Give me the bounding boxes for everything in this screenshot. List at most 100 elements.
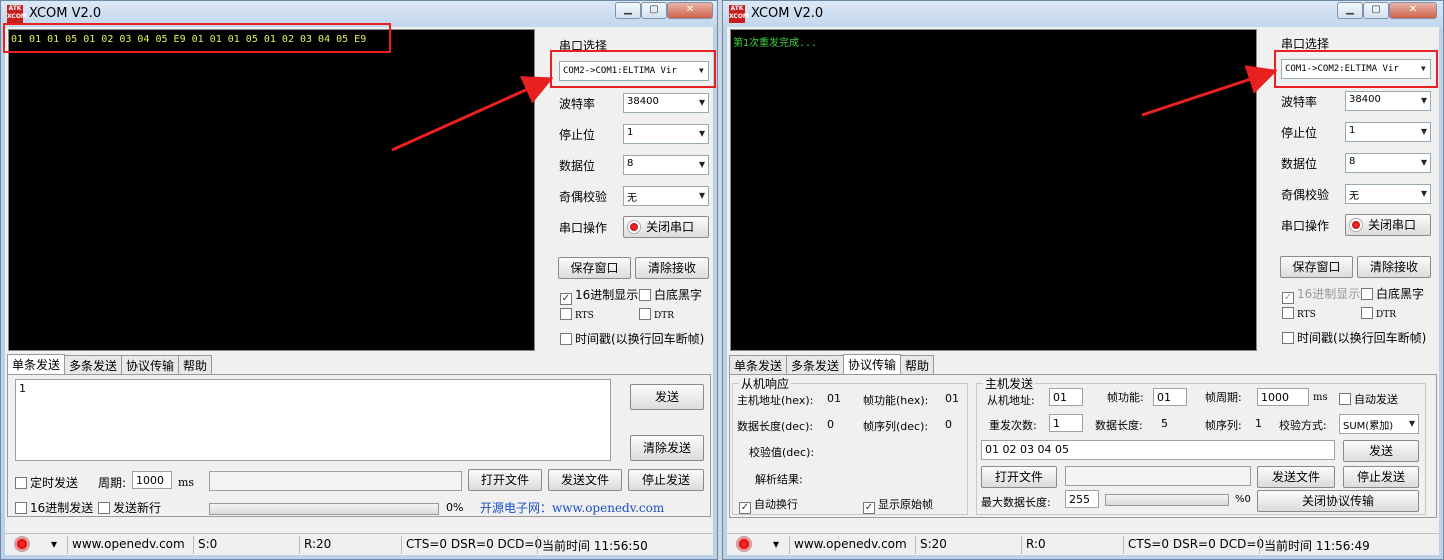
save-window-button[interactable]: 保存窗口 <box>1280 256 1353 278</box>
check-icon: ✓ <box>560 293 572 305</box>
white-bg-checkbox[interactable]: 白底黑字 <box>1361 285 1424 302</box>
clear-send-button[interactable]: 清除发送 <box>630 435 704 461</box>
save-window-button[interactable]: 保存窗口 <box>558 257 631 279</box>
send-file-button[interactable]: 发送文件 <box>548 469 622 491</box>
close-button[interactable]: ✕ <box>1389 2 1437 19</box>
send-tabs: 单条发送 多条发送 协议传输 帮助 <box>7 354 213 375</box>
rts-checkbox[interactable]: RTS <box>1282 307 1316 320</box>
open-file-button[interactable]: 打开文件 <box>468 469 542 491</box>
open-file-button[interactable]: 打开文件 <box>981 466 1057 488</box>
send-file-button[interactable]: 发送文件 <box>1257 466 1335 488</box>
chk-method-select[interactable]: SUM(累加) <box>1339 414 1419 434</box>
checkbox-box <box>98 502 110 514</box>
clear-receive-button[interactable]: 清除接收 <box>1357 256 1431 278</box>
hex-send-checkbox[interactable]: 16进制发送 <box>15 499 93 516</box>
banner-link[interactable]: 开源电子网：www.openedv.com <box>480 499 664 516</box>
port-op-label: 串口操作 <box>559 221 608 235</box>
port-op-label: 串口操作 <box>1281 219 1330 233</box>
period-input[interactable]: 1000 <box>132 471 172 489</box>
tab-protocol[interactable]: 协议传输 <box>121 355 180 374</box>
checkbox-box <box>560 333 572 345</box>
auto-send-checkbox[interactable]: 自动发送 <box>1339 391 1398 407</box>
stop-send-button[interactable]: 停止发送 <box>628 469 704 491</box>
auto-send-label: 自动发送 <box>1354 393 1398 406</box>
baud-select[interactable]: 38400 <box>1345 91 1431 111</box>
status-site[interactable]: www.openedv.com <box>67 536 189 554</box>
tab-protocol[interactable]: 协议传输 <box>843 354 902 375</box>
stop-send-button[interactable]: 停止发送 <box>1343 466 1419 488</box>
stopbit-label: 停止位 <box>559 128 596 142</box>
close-button[interactable]: ✕ <box>667 2 713 19</box>
client-area: 第1次重发完成... 串口选择 COM1->COM2:ELTIMA Vir 波特… <box>727 27 1439 555</box>
maximize-button[interactable]: ▢ <box>641 2 667 19</box>
port-status-icon <box>628 221 640 233</box>
status-received: R:20 <box>299 536 335 554</box>
close-port-button[interactable]: 关闭串口 <box>623 216 709 238</box>
tab-help[interactable]: 帮助 <box>900 355 935 374</box>
retry-input[interactable]: 1 <box>1049 414 1083 432</box>
port-status-icon <box>1350 219 1362 231</box>
dtr-checkbox[interactable]: DTR <box>639 308 674 321</box>
master-seq-value: 1 <box>1255 417 1262 430</box>
minimize-button[interactable]: ▁ <box>1337 2 1363 19</box>
minimize-button[interactable]: ▁ <box>615 2 641 19</box>
receive-area[interactable]: 01 01 01 05 01 02 03 04 05 E9 01 01 01 0… <box>8 29 535 351</box>
baud-select[interactable]: 38400 <box>623 93 709 113</box>
window-title: XCOM V2.0 <box>751 6 824 21</box>
databit-select[interactable]: 8 <box>1345 153 1431 173</box>
stopbit-select[interactable]: 1 <box>1345 122 1431 142</box>
hex-display-checkbox[interactable]: ✓ 16进制显示 <box>560 286 638 305</box>
send-input[interactable]: 1 <box>15 379 611 461</box>
tab-single-send[interactable]: 单条发送 <box>729 355 788 374</box>
settings-icon[interactable] <box>727 536 759 554</box>
show-raw-label: 显示原始帧 <box>878 498 933 511</box>
maximize-button[interactable]: ▢ <box>1363 2 1389 19</box>
close-protocol-button[interactable]: 关闭协议传输 <box>1257 490 1419 512</box>
master-len-label: 数据长度: <box>1095 419 1143 432</box>
settings-icon[interactable] <box>5 536 37 554</box>
white-bg-label: 白底黑字 <box>654 288 703 302</box>
show-raw-checkbox[interactable]: ✓ 显示原始帧 <box>863 496 933 514</box>
rts-label: RTS <box>1297 310 1316 320</box>
master-addr-input[interactable]: 01 <box>1049 388 1083 406</box>
receive-area[interactable]: 第1次重发完成... <box>730 29 1257 351</box>
tab-multi-send[interactable]: 多条发送 <box>64 355 123 374</box>
close-port-button[interactable]: 关闭串口 <box>1345 214 1431 236</box>
auto-wrap-checkbox[interactable]: ✓ 自动换行 <box>739 496 798 514</box>
timestamp-checkbox[interactable]: 时间戳(以换行回车断帧) <box>560 330 704 347</box>
stopbit-select[interactable]: 1 <box>623 124 709 144</box>
clear-receive-button[interactable]: 清除接收 <box>635 257 709 279</box>
send-newline-checkbox[interactable]: 发送新行 <box>98 499 161 516</box>
chevron-down-icon[interactable]: ▾ <box>769 536 783 554</box>
master-data-input[interactable]: 01 02 03 04 05 <box>981 440 1335 460</box>
master-func-input[interactable]: 01 <box>1153 388 1187 406</box>
checkbox-box <box>1282 307 1294 319</box>
slave-addr-value: 01 <box>827 392 841 405</box>
period-label: 周期: <box>98 476 127 490</box>
dtr-checkbox[interactable]: DTR <box>1361 307 1396 320</box>
rts-checkbox[interactable]: RTS <box>560 308 594 321</box>
max-len-input[interactable]: 255 <box>1065 490 1099 508</box>
tab-single-send[interactable]: 单条发送 <box>7 354 66 375</box>
master-seq-label: 帧序列: <box>1205 419 1242 432</box>
timestamp-checkbox[interactable]: 时间戳(以换行回车断帧) <box>1282 329 1426 346</box>
slave-len-label: 数据长度(dec): <box>737 420 814 433</box>
max-len-label: 最大数据长度: <box>981 496 1051 509</box>
check-icon: ✓ <box>1282 292 1294 304</box>
master-group-title: 主机发送 <box>983 375 1036 392</box>
parity-select[interactable]: 无 <box>623 186 709 206</box>
databit-select[interactable]: 8 <box>623 155 709 175</box>
baud-label: 波特率 <box>1281 95 1318 109</box>
master-send-button[interactable]: 发送 <box>1343 440 1419 462</box>
master-period-input[interactable]: 1000 <box>1257 388 1309 406</box>
parity-select[interactable]: 无 <box>1345 184 1431 204</box>
chevron-down-icon[interactable]: ▾ <box>47 536 61 554</box>
slave-response-group: 从机响应 主机地址(hex): 01 帧功能(hex): 01 数据长度(dec… <box>732 375 968 515</box>
timed-send-checkbox[interactable]: 定时发送 <box>15 474 78 491</box>
send-button[interactable]: 发送 <box>630 384 704 410</box>
status-site[interactable]: www.openedv.com <box>789 536 911 554</box>
tab-multi-send[interactable]: 多条发送 <box>786 355 845 374</box>
white-bg-checkbox[interactable]: 白底黑字 <box>639 286 702 303</box>
tab-help[interactable]: 帮助 <box>178 355 213 374</box>
title-bar[interactable]: ATK XCOM XCOM V2.0 ▁ ▢ ✕ <box>723 1 1443 27</box>
